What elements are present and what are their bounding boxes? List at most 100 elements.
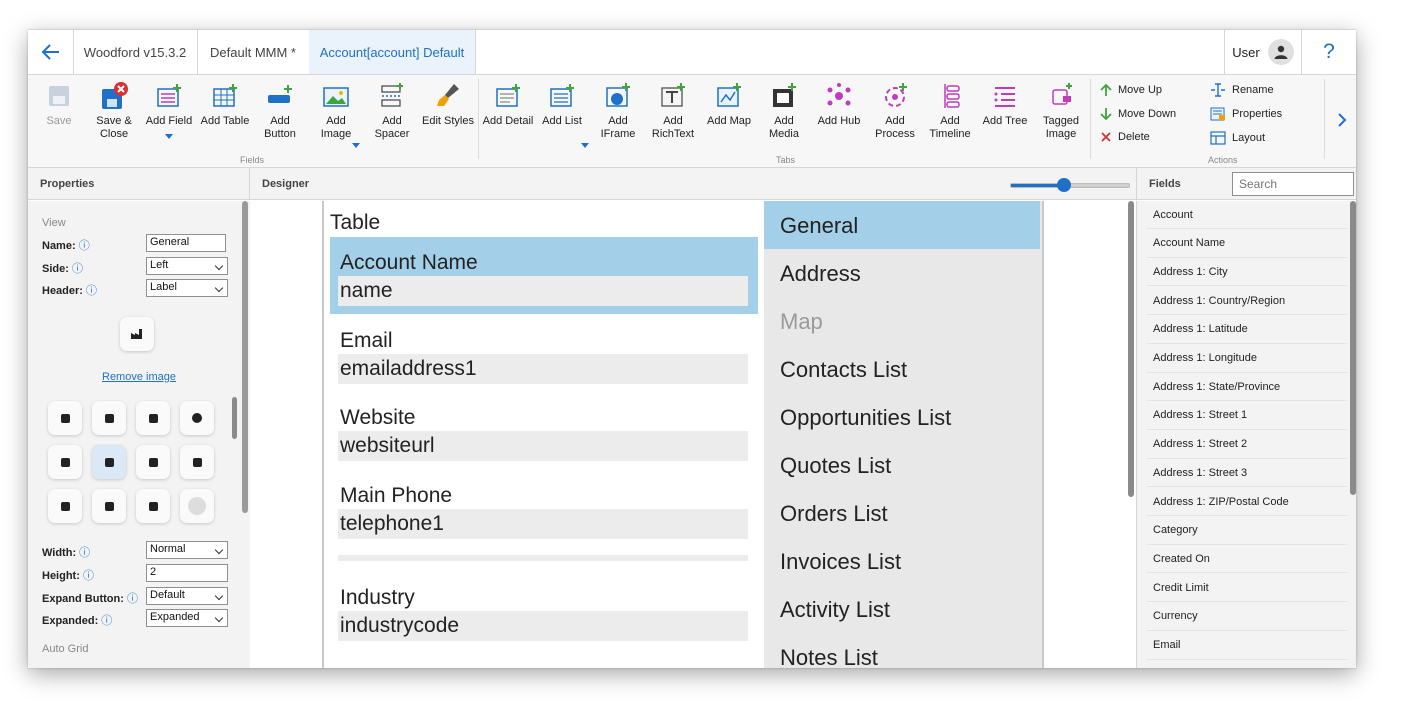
field-list-item[interactable]: Created On xyxy=(1147,545,1347,574)
info-icon[interactable]: ⓘ xyxy=(86,285,97,297)
add-table-button[interactable]: Add Table xyxy=(198,79,252,128)
field-list-item[interactable]: Account xyxy=(1147,201,1347,229)
field-list-item[interactable]: Address 1: Street 1 xyxy=(1147,402,1347,430)
more-icon[interactable] xyxy=(180,489,214,523)
document-icon[interactable] xyxy=(48,445,82,479)
calculator-icon[interactable] xyxy=(48,489,82,523)
designer-scrollbar[interactable] xyxy=(1128,201,1134,497)
edit-styles-button[interactable]: Edit Styles xyxy=(420,79,476,128)
designer-tab-item[interactable]: Map xyxy=(780,309,823,335)
zoom-slider-thumb[interactable] xyxy=(1057,178,1072,192)
field-value-box[interactable]: name xyxy=(338,276,748,306)
info-icon[interactable]: ⓘ xyxy=(79,547,90,559)
expand-button-select[interactable]: Default xyxy=(146,587,228,605)
field-list-item[interactable]: Address 1: Longitude xyxy=(1147,345,1347,373)
tab-project[interactable]: Default MMM * xyxy=(197,30,310,74)
ribbon-scroll-right-button[interactable] xyxy=(1328,105,1356,135)
field-list-item[interactable]: Email xyxy=(1147,632,1347,660)
field-list-item[interactable]: Address 1: ZIP/Postal Code xyxy=(1147,488,1347,516)
add-hub-button[interactable]: Add Hub xyxy=(814,79,864,128)
designer-tab-item[interactable]: Invoices List xyxy=(780,549,901,575)
tab-form[interactable]: Account[account] Default xyxy=(309,30,476,74)
field-list-item[interactable]: Currency xyxy=(1147,603,1347,631)
layout-button[interactable]: Layout xyxy=(1210,131,1265,145)
add-process-button[interactable]: Add Process xyxy=(872,79,918,141)
package-icon[interactable] xyxy=(136,489,170,523)
attachment-icon[interactable] xyxy=(136,401,170,435)
designer-tab-item[interactable]: Quotes List xyxy=(780,453,891,479)
save-button[interactable]: Save xyxy=(38,79,80,128)
chart-icon[interactable] xyxy=(180,401,214,435)
field-list-item[interactable]: Account Name xyxy=(1147,230,1347,258)
factory-icon[interactable] xyxy=(92,445,126,479)
fields-search-input[interactable] xyxy=(1232,172,1354,196)
remove-image-link[interactable]: Remove image xyxy=(28,371,250,383)
zoom-slider[interactable] xyxy=(1010,178,1130,192)
field-list-item[interactable]: Address 1: City xyxy=(1147,258,1347,287)
fields-scrollbar[interactable] xyxy=(1350,201,1356,495)
move-down-button[interactable]: Move Down xyxy=(1100,107,1176,121)
field-label[interactable]: Account Name xyxy=(340,251,478,275)
header-select[interactable]: Label xyxy=(146,279,228,297)
designer-tab-item[interactable]: Activity List xyxy=(780,597,890,623)
info-icon[interactable]: ⓘ xyxy=(127,593,138,605)
add-image-button[interactable]: Add Image xyxy=(314,79,358,141)
width-select[interactable]: Normal xyxy=(146,541,228,559)
info-icon[interactable]: ⓘ xyxy=(101,615,112,627)
add-iframe-button[interactable]: Add IFrame xyxy=(596,79,640,141)
back-button[interactable] xyxy=(28,30,74,74)
field-list-item[interactable]: Address 1: Latitude xyxy=(1147,316,1347,344)
add-spacer-button[interactable]: Add Spacer xyxy=(370,79,414,141)
field-list-item[interactable]: Address 1: Country/Region xyxy=(1147,287,1347,316)
add-richtext-button[interactable]: Add RichText xyxy=(650,79,696,141)
add-detail-button[interactable]: Add Detail xyxy=(481,79,535,128)
user-menu[interactable]: User xyxy=(1224,30,1302,74)
spacer-row[interactable] xyxy=(338,555,748,561)
add-image-caret-icon[interactable] xyxy=(352,143,360,148)
expanded-select[interactable]: Expanded xyxy=(146,609,228,627)
info-icon[interactable]: ⓘ xyxy=(83,570,94,582)
folder-icon[interactable] xyxy=(48,401,82,435)
tab-app[interactable]: Woodford v15.3.2 xyxy=(73,30,198,74)
field-list-item[interactable]: Address 1: State/Province xyxy=(1147,373,1347,402)
add-list-caret-icon[interactable] xyxy=(581,143,589,148)
icon-grid-scrollbar[interactable] xyxy=(232,397,237,439)
add-field-button[interactable]: Add Field xyxy=(144,79,194,139)
add-map-button[interactable]: Add Map xyxy=(704,79,754,128)
building-icon[interactable] xyxy=(92,401,126,435)
field-label[interactable]: Main Phone xyxy=(340,484,452,508)
name-input[interactable]: General xyxy=(146,234,226,252)
field-value-box[interactable]: websiteurl xyxy=(338,431,748,461)
field-list-item[interactable]: Address 1: Street 3 xyxy=(1147,459,1347,488)
help-button[interactable]: ? xyxy=(1302,30,1356,74)
bug-icon[interactable] xyxy=(136,445,170,479)
designer-tab-item[interactable]: Contacts List xyxy=(780,357,907,383)
delete-button[interactable]: Delete xyxy=(1100,131,1150,143)
add-media-button[interactable]: Add Media xyxy=(762,79,806,141)
designer-tab-item[interactable]: Orders List xyxy=(780,501,888,527)
rename-button[interactable]: Rename xyxy=(1210,83,1274,97)
field-label[interactable]: Email xyxy=(340,329,393,353)
box-icon[interactable] xyxy=(180,445,214,479)
field-label[interactable]: Industry xyxy=(340,586,415,610)
field-list-item[interactable]: Credit Limit xyxy=(1147,574,1347,603)
tagged-image-button[interactable]: Tagged Image xyxy=(1038,79,1084,141)
doc-list-icon[interactable] xyxy=(92,489,126,523)
designer-tab-item[interactable]: General xyxy=(780,213,858,239)
field-value-box[interactable]: emailaddress1 xyxy=(338,354,748,384)
add-list-button[interactable]: Add List xyxy=(540,79,584,128)
side-select[interactable]: Left xyxy=(146,257,228,275)
designer-tab-item[interactable]: Notes List xyxy=(780,645,878,668)
field-value-box[interactable]: telephone1 xyxy=(338,509,748,539)
field-list-item[interactable]: Address 1: Street 2 xyxy=(1147,431,1347,459)
add-tree-button[interactable]: Add Tree xyxy=(980,79,1030,128)
add-button-button[interactable]: Add Button xyxy=(258,79,302,141)
field-list-item[interactable]: Category xyxy=(1147,517,1347,545)
field-label[interactable]: Website xyxy=(340,406,415,430)
field-value-box[interactable]: industrycode xyxy=(338,611,748,641)
height-input[interactable]: 2 xyxy=(146,564,228,582)
designer-tab-item[interactable]: Opportunities List xyxy=(780,405,951,431)
properties-scrollbar[interactable] xyxy=(242,201,248,513)
designer-tab-item[interactable]: Address xyxy=(780,261,861,287)
add-timeline-button[interactable]: Add Timeline xyxy=(926,79,974,141)
